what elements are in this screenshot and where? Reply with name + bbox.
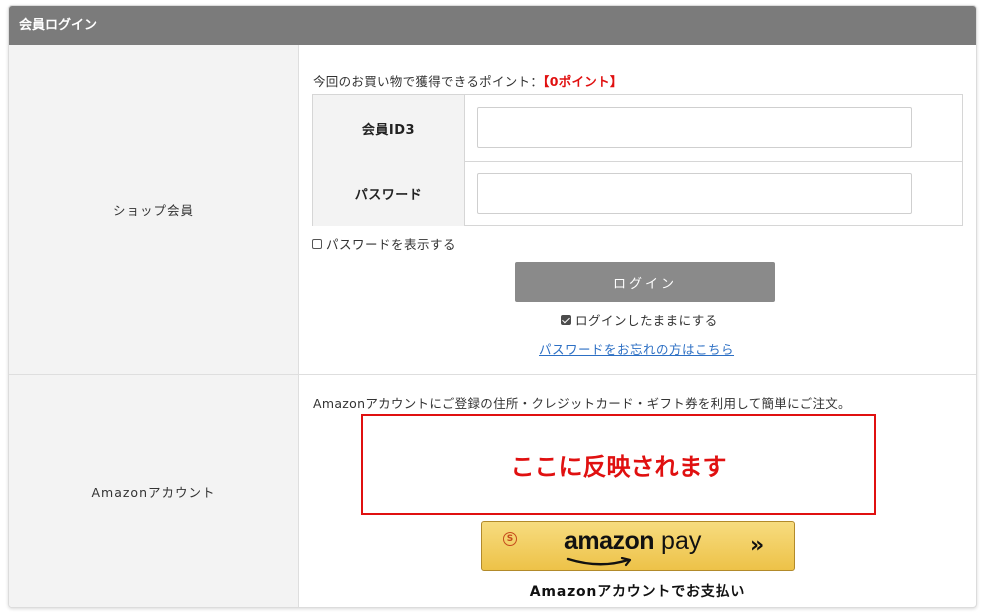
show-password-toggle[interactable]: パスワードを表示する [312,234,456,253]
member-id-label: 会員ID3 [313,95,465,161]
panel-title: 会員ログイン [9,6,976,45]
show-password-label: パスワードを表示する [326,237,457,252]
forgot-password-link[interactable]: パスワードをお忘れの方はこちら [539,339,734,358]
amazon-pay-button[interactable]: S amazon pay » [481,521,795,571]
amazon-description: Amazonアカウントにご登録の住所・クレジットカード・ギフト券を利用して簡単に… [313,396,851,411]
keep-login-label: ログインしたままにする [575,313,718,328]
amazon-pay-caption: Amazonアカウントでお支払い [529,584,746,600]
amazon-pay-logo-light: pay [654,527,702,555]
amazon-pay-logo: amazon pay [564,527,701,556]
show-password-checkbox[interactable] [312,238,322,249]
credentials-table: 会員ID3 パスワード [312,94,963,226]
password-label: パスワード [313,161,465,226]
amazon-smile-icon [566,557,632,567]
shop-member-row: ショップ会員 今回のお買い物で獲得できるポイント：【0ポイント】 会員ID3 パ… [9,45,976,375]
member-login-panel: 会員ログイン ショップ会員 今回のお買い物で獲得できるポイント：【0ポイント】 … [8,5,977,608]
amazon-account-label: Amazonアカウント [9,375,299,607]
shop-member-body: 今回のお買い物で獲得できるポイント：【0ポイント】 会員ID3 パスワード パス… [299,45,976,374]
member-id-row: 会員ID3 [313,95,962,162]
amazon-s-icon: S [503,532,517,546]
chevron-right-icon: » [750,533,765,558]
keep-login-toggle[interactable]: ログインしたままにする [561,310,718,329]
keep-login-checkbox[interactable] [561,314,571,325]
amazon-pay-logo-bold: amazon [564,527,655,555]
reflect-text: ここに反映されます [510,453,727,481]
password-input[interactable] [477,173,912,214]
amazon-account-row: Amazonアカウント Amazonアカウントにご登録の住所・クレジットカード・… [9,375,976,607]
login-button[interactable]: ログイン [515,262,775,302]
shop-member-label: ショップ会員 [9,45,299,374]
points-value: 【0ポイント】 [543,74,623,89]
amazon-reflect-placeholder: ここに反映されます [361,414,876,515]
amazon-account-body: Amazonアカウントにご登録の住所・クレジットカード・ギフト券を利用して簡単に… [299,375,976,607]
member-id-input[interactable] [477,107,912,148]
password-row: パスワード [313,161,962,226]
points-prefix: 今回のお買い物で獲得できるポイント： [313,74,544,89]
points-notice: 今回のお買い物で獲得できるポイント：【0ポイント】 [313,71,623,90]
